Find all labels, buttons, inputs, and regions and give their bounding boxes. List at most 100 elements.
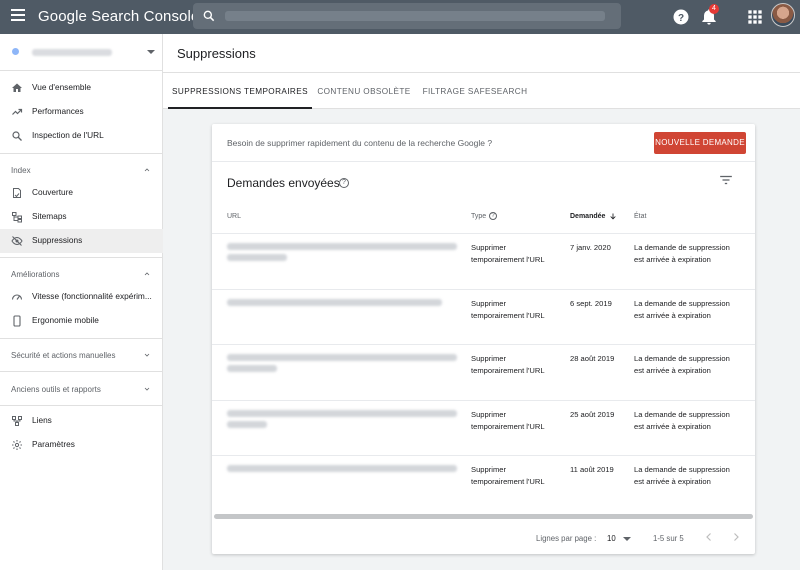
menu-icon[interactable] (11, 9, 25, 23)
filter-icon[interactable] (719, 174, 733, 186)
type-cell: Supprimer temporairement l'URL (471, 299, 545, 320)
help-icon[interactable]: ? (489, 212, 497, 220)
sidebar: Vue d'ensemble Performances Inspection d… (0, 34, 163, 570)
requested-cell: 28 août 2019 (570, 354, 615, 363)
url-redacted (227, 365, 277, 372)
chevron-left-icon[interactable] (703, 531, 715, 543)
link-icon (12, 416, 22, 426)
url-redacted (227, 254, 287, 261)
sidebar-item-label: Liens (32, 415, 52, 425)
type-cell: Supprimer temporairement l'URL (471, 410, 545, 431)
type-cell: Supprimer temporairement l'URL (471, 354, 545, 375)
chevron-down-icon[interactable] (623, 537, 631, 541)
tab-temporary-removals[interactable]: SUPPRESSIONS TEMPORAIRES (168, 73, 312, 109)
speedometer-icon (11, 294, 23, 300)
app-logo[interactable]: Google Search Console (38, 8, 199, 25)
rows-per-page-label: Lignes par page : (536, 534, 597, 543)
requested-cell: 25 août 2019 (570, 410, 615, 419)
chevron-up-icon (144, 272, 150, 276)
section-improvements-header[interactable]: Améliorations (0, 263, 163, 285)
account-avatar[interactable] (771, 3, 795, 27)
coverage-icon (13, 188, 21, 198)
sidebar-item-speed[interactable]: Vitesse (fonctionnalité expérim... (0, 285, 163, 309)
divider (212, 289, 755, 290)
new-request-prompt: Besoin de supprimer rapidement du conten… (227, 138, 493, 148)
page-header: Suppressions (163, 34, 800, 73)
tab-bar: SUPPRESSIONS TEMPORAIRES CONTENU OBSOLÈT… (163, 73, 800, 109)
eye-off-icon (11, 236, 23, 246)
column-header-requested[interactable]: Demandée (570, 213, 605, 220)
state-cell: La demande de suppression est arrivée à … (634, 410, 730, 431)
property-favicon-icon (12, 48, 19, 55)
trending-up-icon (12, 108, 23, 115)
url-redacted (227, 354, 457, 361)
property-url-redacted (32, 49, 112, 56)
column-header-state[interactable]: État (634, 213, 646, 220)
property-selector[interactable] (0, 34, 163, 68)
divider (212, 344, 755, 345)
state-cell: La demande de suppression est arrivée à … (634, 299, 730, 320)
svg-text:?: ? (678, 13, 684, 24)
sidebar-item-links[interactable]: Liens (0, 409, 163, 433)
column-header-type[interactable]: Type (471, 213, 486, 220)
help-icon[interactable]: ? (671, 7, 691, 27)
sidebar-item-label: Inspection de l'URL (32, 130, 104, 140)
tab-outdated-content[interactable]: CONTENU OBSOLÈTE (316, 73, 412, 109)
state-cell: La demande de suppression est arrivée à … (634, 465, 730, 486)
column-header-url[interactable]: URL (227, 213, 241, 220)
sidebar-item-url-inspection[interactable]: Inspection de l'URL (0, 124, 163, 148)
state-cell: La demande de suppression est arrivée à … (634, 243, 730, 264)
requests-card: Besoin de supprimer rapidement du conten… (212, 124, 755, 554)
notification-badge: 4 (709, 4, 719, 14)
chevron-down-icon (144, 353, 150, 357)
sidebar-item-performance[interactable]: Performances (0, 100, 163, 124)
type-cell: Supprimer temporairement l'URL (471, 243, 545, 264)
settings-icon (12, 440, 22, 450)
divider (0, 371, 163, 372)
chevron-right-icon[interactable] (730, 531, 742, 543)
sidebar-item-overview[interactable]: Vue d'ensemble (0, 76, 163, 100)
tab-safesearch-filtering[interactable]: FILTRAGE SAFESEARCH (420, 73, 530, 109)
sidebar-item-coverage[interactable]: Couverture (0, 181, 163, 205)
section-label: Anciens outils et rapports (11, 385, 101, 394)
sidebar-item-settings[interactable]: Paramètres (0, 433, 163, 457)
section-index-header[interactable]: Index (0, 159, 163, 181)
requested-cell: 11 août 2019 (570, 465, 614, 474)
pagination-range: 1-5 sur 5 (653, 534, 684, 543)
section-label: Améliorations (11, 270, 60, 279)
page-title: Suppressions (177, 46, 256, 61)
search-icon (12, 131, 22, 141)
new-request-button[interactable]: NOUVELLE DEMANDE (654, 132, 746, 154)
sidebar-item-label: Couverture (32, 187, 74, 197)
divider (212, 400, 755, 401)
sidebar-item-label: Performances (32, 106, 84, 116)
sitemap-icon (12, 212, 22, 223)
section-label: Sécurité et actions manuelles (11, 351, 116, 360)
sidebar-item-label: Ergonomie mobile (32, 315, 99, 325)
url-redacted (227, 299, 442, 306)
requested-cell: 6 sept. 2019 (570, 299, 612, 308)
help-icon[interactable]: ? (339, 178, 349, 188)
section-security-header[interactable]: Sécurité et actions manuelles (0, 344, 163, 366)
rows-per-page-select[interactable]: 10 (607, 534, 616, 543)
divider (212, 455, 755, 456)
search-input[interactable] (193, 3, 621, 29)
arrow-down-icon[interactable] (609, 212, 617, 221)
divider (0, 405, 163, 406)
url-redacted (227, 465, 457, 472)
horizontal-scrollbar[interactable] (214, 514, 753, 519)
phone-icon (13, 315, 21, 327)
top-app-bar: Google Search Console ? 4 (0, 0, 800, 34)
sidebar-item-label: Sitemaps (32, 211, 67, 221)
url-redacted (227, 243, 457, 250)
sidebar-item-removals[interactable]: Suppressions (0, 229, 163, 253)
sidebar-item-sitemaps[interactable]: Sitemaps (0, 205, 163, 229)
divider (0, 70, 163, 71)
home-icon (12, 83, 22, 92)
sidebar-item-mobile-usability[interactable]: Ergonomie mobile (0, 309, 163, 333)
type-cell: Supprimer temporairement l'URL (471, 465, 545, 486)
section-legacy-header[interactable]: Anciens outils et rapports (0, 378, 163, 400)
apps-grid-icon[interactable] (745, 7, 765, 27)
new-request-banner: Besoin de supprimer rapidement du conten… (212, 124, 755, 162)
divider (212, 233, 755, 234)
